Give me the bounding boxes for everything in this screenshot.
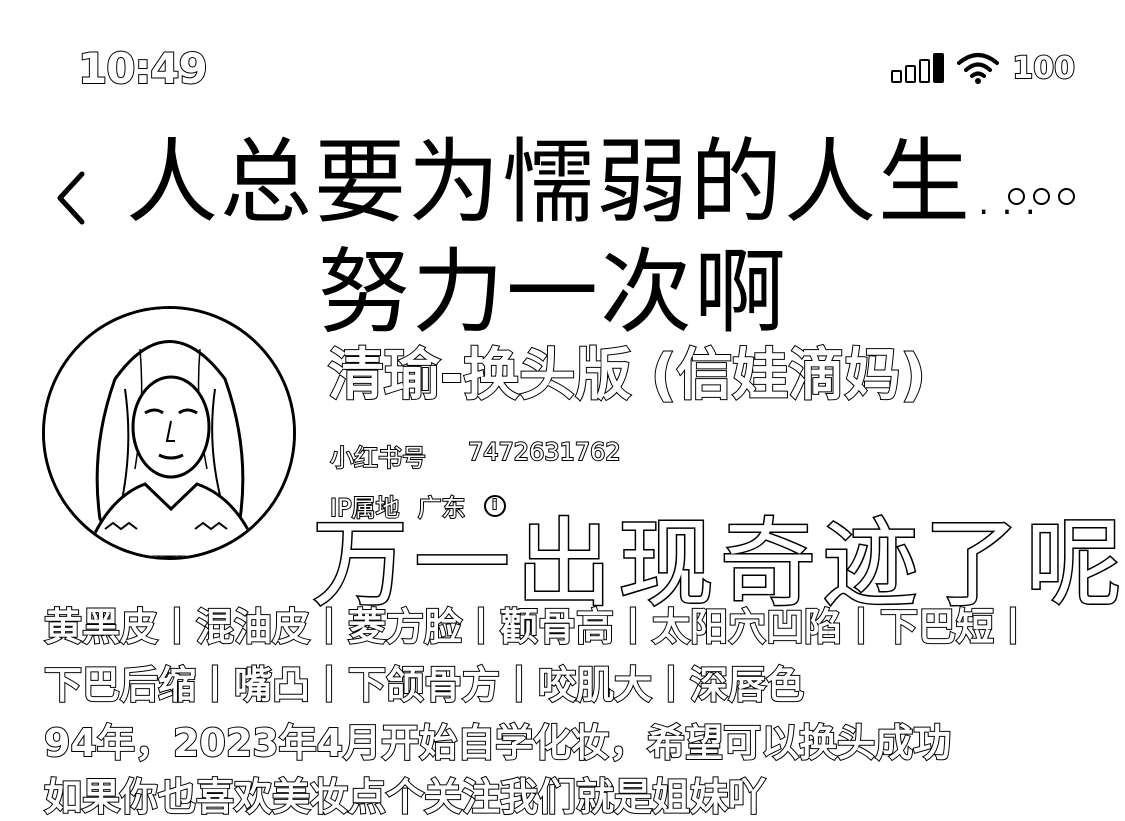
chevron-left-icon[interactable] xyxy=(50,168,90,228)
avatar[interactable] xyxy=(42,306,296,560)
avatar-portrait xyxy=(45,309,293,557)
profile-id-value[interactable]: 7472631762 xyxy=(467,437,622,473)
bio-line: 如果你也喜欢美妆点个关注我们就是姐妹吖 xyxy=(43,774,767,820)
profile-id-label: 小红书号 xyxy=(329,443,427,473)
profile-id-row: 小红书号 7472631762 xyxy=(329,437,622,473)
battery-level: 100 xyxy=(1011,50,1076,87)
cellular-signal-icon xyxy=(891,53,945,83)
status-icons: 100 xyxy=(891,48,1076,88)
bio-line: 黄黑皮丨混油皮丨菱方脸丨颧骨高丨太阳穴凹陷丨下巴短丨 xyxy=(43,604,1033,650)
bio-line: 下巴后缩丨嘴凸丨下颌骨方丨咬肌大丨深唇色 xyxy=(43,662,805,708)
title-ellipsis: … xyxy=(972,149,1043,231)
wifi-icon xyxy=(957,53,1000,84)
bio-line: 94年，2023年4月开始自学化妆，希望可以换头成功 xyxy=(43,720,952,766)
status-time: 10:49 xyxy=(77,43,209,94)
profile-nickname: 清瑜-换头版 (信娃滴妈) xyxy=(327,342,927,409)
